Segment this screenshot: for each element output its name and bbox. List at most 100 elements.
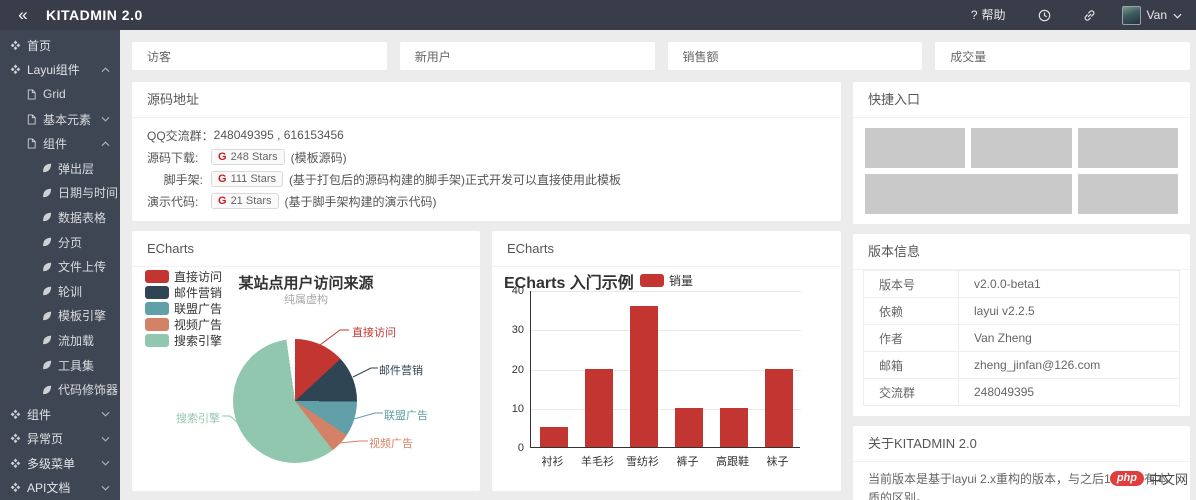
panel-title: 关于KITADMIN 2.0 bbox=[853, 426, 1190, 462]
sidebar-item-2[interactable]: Grid bbox=[0, 82, 120, 107]
pie-legend-item[interactable]: 直接访问 bbox=[145, 268, 222, 284]
gitee-stars-badge[interactable]: G21 Stars bbox=[211, 193, 279, 209]
x-axis-tick-label: 裤子 bbox=[665, 453, 710, 469]
quick-entry-box[interactable] bbox=[1078, 174, 1178, 214]
sidebar-item-label: 组件 bbox=[27, 406, 51, 423]
quick-entry-box[interactable] bbox=[865, 174, 1072, 214]
legend-label: 销量 bbox=[669, 272, 693, 289]
source-address-panel: 源码地址 QQ交流群：248049395 , 616153456 源码下载:G2… bbox=[132, 82, 841, 221]
x-axis-tick-label: 羊毛衫 bbox=[575, 453, 620, 469]
quick-entry-box[interactable] bbox=[865, 128, 965, 168]
leaf-icon bbox=[42, 286, 52, 296]
legend-swatch bbox=[145, 270, 169, 283]
sidebar-item-5[interactable]: 弹出层 bbox=[0, 156, 120, 181]
panel-title: ECharts bbox=[492, 231, 841, 267]
gitee-stars-badge[interactable]: G 111 Stars bbox=[211, 171, 283, 187]
panel-title: 版本信息 bbox=[853, 234, 1190, 270]
stat-card[interactable]: 销售额 bbox=[668, 42, 923, 70]
history-button[interactable] bbox=[1022, 9, 1067, 22]
sidebar-item-17[interactable]: 多级菜单 bbox=[0, 451, 120, 476]
legend-label: 直接访问 bbox=[174, 268, 222, 285]
sidebar-collapse-icon[interactable]: « bbox=[0, 0, 46, 30]
sidebar-item-15[interactable]: 组件 bbox=[0, 402, 120, 427]
leaf-icon bbox=[42, 311, 52, 321]
file-icon bbox=[26, 89, 37, 100]
help-link[interactable]: ? 帮助 bbox=[955, 0, 1022, 30]
sidebar-item-label: API文档 bbox=[27, 479, 70, 496]
x-axis-tick-label: 袜子 bbox=[755, 453, 800, 469]
gitee-icon: G bbox=[218, 173, 227, 185]
sidebar-item-label: 异常页 bbox=[27, 430, 63, 447]
y-axis-tick-label: 30 bbox=[498, 324, 524, 336]
stars-count: 111 Stars bbox=[231, 173, 276, 185]
x-axis-tick-label: 衬衫 bbox=[530, 453, 575, 469]
user-menu[interactable]: Van bbox=[1112, 6, 1196, 25]
gitee-stars-badge[interactable]: G248 Stars bbox=[211, 149, 285, 165]
bar bbox=[630, 306, 658, 447]
watermark-text: 中文网 bbox=[1149, 469, 1188, 488]
pie-legend-item[interactable]: 搜索引擎 bbox=[145, 332, 222, 348]
legend-swatch bbox=[145, 334, 169, 347]
sidebar-item-9[interactable]: 文件上传 bbox=[0, 254, 120, 279]
sidebar-item-18[interactable]: API文档 bbox=[0, 476, 120, 500]
panel-title: 源码地址 bbox=[132, 82, 841, 118]
version-value: 248049395 bbox=[959, 379, 1180, 406]
y-axis-tick-label: 10 bbox=[498, 403, 524, 415]
stat-card[interactable]: 成交量 bbox=[935, 42, 1190, 70]
sidebar-item-label: 分页 bbox=[58, 234, 82, 251]
component-icon bbox=[10, 433, 21, 444]
legend-swatch bbox=[145, 302, 169, 315]
version-value: v2.0.0-beta1 bbox=[959, 271, 1180, 298]
pie-legend: 直接访问邮件营销联盟广告视频广告搜索引擎 bbox=[145, 268, 222, 348]
component-icon bbox=[10, 64, 21, 75]
app-logo[interactable]: KITADMIN 2.0 bbox=[46, 7, 143, 23]
source-row-label: 演示代码: bbox=[147, 193, 205, 210]
chevron-down-icon bbox=[101, 411, 110, 417]
version-key: 版本号 bbox=[864, 271, 959, 298]
legend-label: 邮件营销 bbox=[174, 284, 222, 301]
stat-card-label: 成交量 bbox=[950, 48, 986, 65]
bar-legend[interactable]: 销量 bbox=[640, 272, 693, 289]
sidebar-item-label: 弹出层 bbox=[58, 160, 94, 177]
sidebar-item-14[interactable]: 代码修饰器 bbox=[0, 377, 120, 402]
stat-card[interactable]: 新用户 bbox=[400, 42, 655, 70]
version-key: 交流群 bbox=[864, 379, 959, 406]
sidebar-item-0[interactable]: 首页 bbox=[0, 33, 120, 58]
sidebar-item-3[interactable]: 基本元素 bbox=[0, 107, 120, 132]
pie-slice-label: 联盟广告 bbox=[384, 407, 428, 423]
component-icon bbox=[10, 482, 21, 493]
stars-count: 248 Stars bbox=[231, 151, 278, 163]
php-badge: php bbox=[1110, 471, 1144, 486]
sidebar-item-10[interactable]: 轮训 bbox=[0, 279, 120, 304]
sidebar-item-7[interactable]: 数据表格 bbox=[0, 205, 120, 230]
source-address-body: QQ交流群：248049395 , 616153456 源码下载:G248 St… bbox=[132, 118, 841, 221]
leaf-icon bbox=[42, 262, 52, 272]
pie-slice-label: 视频广告 bbox=[369, 435, 413, 451]
sidebar-item-4[interactable]: 组件 bbox=[0, 131, 120, 156]
sidebar-item-11[interactable]: 模板引擎 bbox=[0, 304, 120, 329]
legend-label: 搜索引擎 bbox=[174, 332, 222, 349]
version-key: 作者 bbox=[864, 325, 959, 352]
stat-card[interactable]: 访客 bbox=[132, 42, 387, 70]
version-key: 依赖 bbox=[864, 298, 959, 325]
pie-legend-item[interactable]: 联盟广告 bbox=[145, 300, 222, 316]
pie-legend-item[interactable]: 视频广告 bbox=[145, 316, 222, 332]
gridline bbox=[531, 409, 801, 410]
pie-graphic bbox=[233, 339, 357, 463]
sidebar-item-16[interactable]: 异常页 bbox=[0, 427, 120, 452]
pie-legend-item[interactable]: 邮件营销 bbox=[145, 284, 222, 300]
chevron-down-icon bbox=[1173, 8, 1182, 22]
link-button[interactable] bbox=[1067, 9, 1112, 22]
sidebar-item-6[interactable]: 日期与时间 bbox=[0, 181, 120, 206]
quick-entry-box[interactable] bbox=[1078, 128, 1178, 168]
sidebar-item-label: 基本元素 bbox=[43, 111, 91, 128]
sidebar-item-12[interactable]: 流加载 bbox=[0, 328, 120, 353]
sidebar-item-label: 工具集 bbox=[58, 357, 94, 374]
sidebar-item-label: Layui组件 bbox=[27, 61, 80, 78]
quick-entry-box[interactable] bbox=[971, 128, 1071, 168]
sidebar-item-13[interactable]: 工具集 bbox=[0, 353, 120, 378]
gridline bbox=[531, 370, 801, 371]
sidebar-item-8[interactable]: 分页 bbox=[0, 230, 120, 255]
pie-slice-label: 邮件营销 bbox=[379, 362, 423, 378]
sidebar-item-1[interactable]: Layui组件 bbox=[0, 58, 120, 83]
